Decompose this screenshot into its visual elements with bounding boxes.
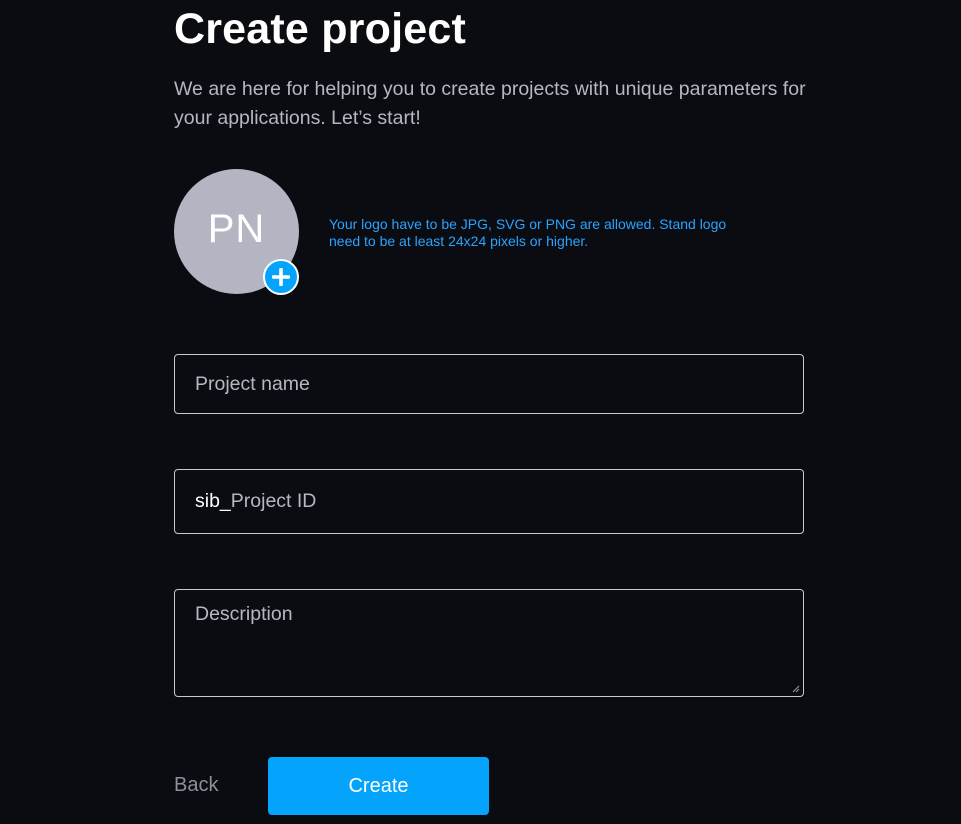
- project-id-field[interactable]: sib_ Project ID: [174, 469, 804, 534]
- create-project-page: Create project We are here for helping y…: [0, 0, 961, 824]
- description-placeholder: Description: [195, 603, 293, 625]
- description-field[interactable]: Description: [174, 589, 804, 697]
- project-id-prefix: sib_: [195, 490, 231, 512]
- plus-circle-icon: [263, 259, 299, 295]
- page-subtitle: We are here for helping you to create pr…: [174, 78, 806, 129]
- resize-handle-icon[interactable]: [791, 684, 800, 693]
- back-button[interactable]: Back: [174, 770, 218, 800]
- logo-requirements-hint: Your logo have to be JPG, SVG or PNG are…: [329, 216, 727, 249]
- page-title: Create project: [174, 5, 466, 53]
- project-name-placeholder: Project name: [195, 372, 310, 395]
- avatar-initials: PN: [207, 207, 266, 251]
- project-name-field[interactable]: Project name: [174, 354, 804, 414]
- project-id-placeholder: Project ID: [230, 490, 317, 512]
- create-button[interactable]: Create: [268, 757, 489, 815]
- add-logo-button[interactable]: [263, 259, 299, 295]
